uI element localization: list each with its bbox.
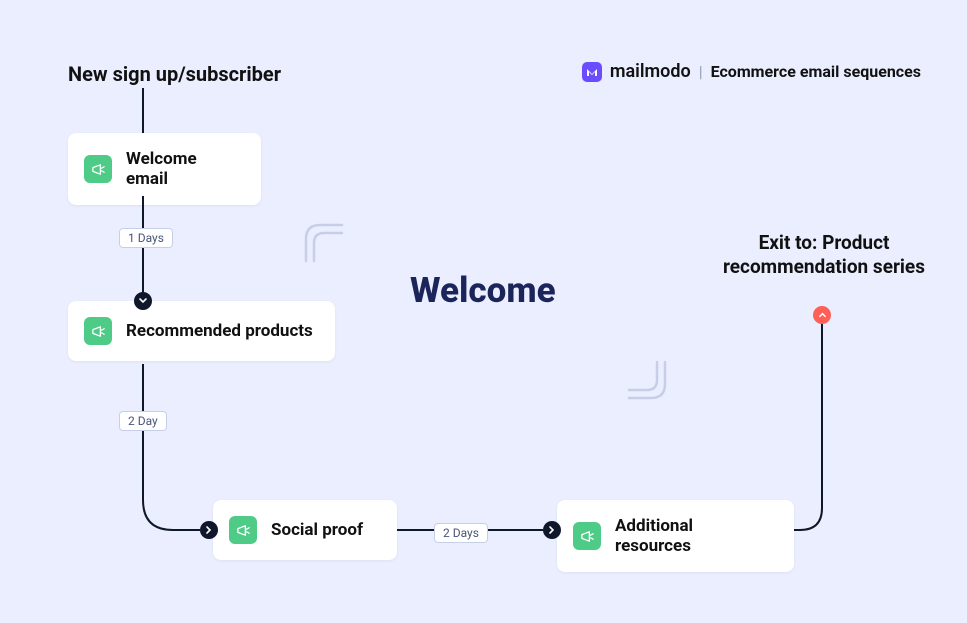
connector-dot-down bbox=[134, 292, 152, 310]
exit-dot bbox=[813, 306, 831, 324]
connector-dot-right-2 bbox=[543, 521, 561, 539]
delay-pill-2: 2 Day bbox=[119, 411, 167, 431]
diagram-canvas: mailmodo | Ecommerce email sequences New… bbox=[0, 0, 967, 623]
delay-pill-1: 1 Days bbox=[119, 228, 173, 248]
delay-pill-3: 2 Days bbox=[434, 523, 488, 543]
connector-dot-right-1 bbox=[200, 521, 218, 539]
